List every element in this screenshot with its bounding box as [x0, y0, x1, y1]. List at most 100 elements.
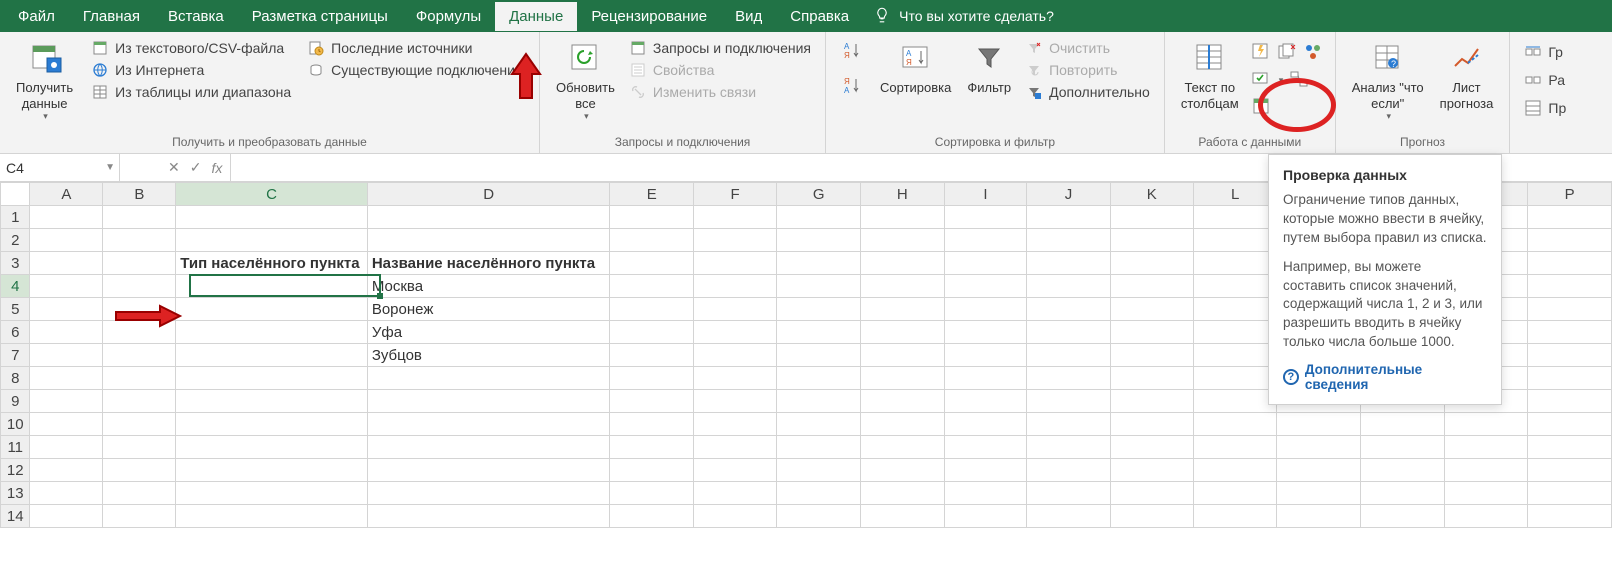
cell-F10[interactable]	[693, 413, 776, 436]
enter-formula-icon[interactable]: ✓	[190, 159, 202, 176]
recent-sources-button[interactable]: Последние источники	[305, 38, 524, 58]
cell-I12[interactable]	[944, 459, 1027, 482]
column-header-I[interactable]: I	[944, 183, 1027, 206]
cell-F12[interactable]	[693, 459, 776, 482]
cell-O14[interactable]	[1444, 505, 1528, 528]
cell-E12[interactable]	[610, 459, 693, 482]
cell-K13[interactable]	[1110, 482, 1193, 505]
cell-G14[interactable]	[777, 505, 861, 528]
cell-E2[interactable]	[610, 229, 693, 252]
cell-E7[interactable]	[610, 344, 693, 367]
cell-L6[interactable]	[1194, 321, 1277, 344]
cell-O12[interactable]	[1444, 459, 1528, 482]
cell-I13[interactable]	[944, 482, 1027, 505]
cell-I5[interactable]	[944, 298, 1027, 321]
cell-P4[interactable]	[1528, 275, 1612, 298]
cell-K5[interactable]	[1110, 298, 1193, 321]
cell-A2[interactable]	[30, 229, 103, 252]
name-box[interactable]: C4 ▼	[0, 154, 120, 181]
cell-D8[interactable]	[367, 367, 610, 390]
cell-C2[interactable]	[176, 229, 368, 252]
fx-icon[interactable]: fx	[211, 160, 222, 176]
cell-C5[interactable]	[176, 298, 368, 321]
cell-D1[interactable]	[367, 206, 610, 229]
cell-D7[interactable]: Зубцов	[367, 344, 610, 367]
cell-G3[interactable]	[777, 252, 861, 275]
cell-I8[interactable]	[944, 367, 1027, 390]
cell-F5[interactable]	[693, 298, 776, 321]
row-header-5[interactable]: 5	[1, 298, 30, 321]
column-header-F[interactable]: F	[693, 183, 776, 206]
cell-G6[interactable]	[777, 321, 861, 344]
column-header-P[interactable]: P	[1528, 183, 1612, 206]
cell-H12[interactable]	[861, 459, 945, 482]
cell-J14[interactable]	[1027, 505, 1110, 528]
tell-me-search[interactable]: Что вы хотите сделать?	[873, 6, 1054, 27]
cell-I2[interactable]	[944, 229, 1027, 252]
column-header-G[interactable]: G	[777, 183, 861, 206]
cell-H14[interactable]	[861, 505, 945, 528]
existing-connections-button[interactable]: Существующие подключения	[305, 60, 524, 80]
cell-C10[interactable]	[176, 413, 368, 436]
forecast-sheet-button[interactable]: Лист прогноза	[1432, 36, 1502, 113]
cell-P8[interactable]	[1528, 367, 1612, 390]
group-button[interactable]: Гр	[1522, 42, 1568, 62]
cell-D5[interactable]: Воронеж	[367, 298, 610, 321]
cell-C1[interactable]	[176, 206, 368, 229]
column-header-C[interactable]: C	[176, 183, 368, 206]
cell-P13[interactable]	[1528, 482, 1612, 505]
cell-N11[interactable]	[1361, 436, 1445, 459]
cell-G2[interactable]	[777, 229, 861, 252]
cell-D10[interactable]	[367, 413, 610, 436]
cell-D2[interactable]	[367, 229, 610, 252]
row-header-6[interactable]: 6	[1, 321, 30, 344]
cell-F14[interactable]	[693, 505, 776, 528]
cell-E5[interactable]	[610, 298, 693, 321]
cell-B1[interactable]	[103, 206, 176, 229]
cell-H1[interactable]	[861, 206, 945, 229]
cell-G11[interactable]	[777, 436, 861, 459]
menu-tab-рецензирование[interactable]: Рецензирование	[577, 2, 721, 31]
cell-B10[interactable]	[103, 413, 176, 436]
column-header-K[interactable]: K	[1110, 183, 1193, 206]
edit-links-button[interactable]: Изменить связи	[627, 82, 813, 102]
row-header-9[interactable]: 9	[1, 390, 30, 413]
manage-data-model-button[interactable]	[1251, 96, 1271, 119]
cell-F1[interactable]	[693, 206, 776, 229]
cell-B13[interactable]	[103, 482, 176, 505]
row-header-2[interactable]: 2	[1, 229, 30, 252]
cell-B9[interactable]	[103, 390, 176, 413]
cell-G8[interactable]	[777, 367, 861, 390]
cell-H11[interactable]	[861, 436, 945, 459]
cell-I9[interactable]	[944, 390, 1027, 413]
cell-J8[interactable]	[1027, 367, 1110, 390]
cell-M10[interactable]	[1277, 413, 1361, 436]
cell-D6[interactable]: Уфа	[367, 321, 610, 344]
cell-E8[interactable]	[610, 367, 693, 390]
cell-I1[interactable]	[944, 206, 1027, 229]
cell-J12[interactable]	[1027, 459, 1110, 482]
cell-K2[interactable]	[1110, 229, 1193, 252]
cell-P1[interactable]	[1528, 206, 1612, 229]
menu-tab-файл[interactable]: Файл	[4, 2, 69, 31]
cell-M14[interactable]	[1277, 505, 1361, 528]
cell-K4[interactable]	[1110, 275, 1193, 298]
cell-P14[interactable]	[1528, 505, 1612, 528]
cell-K8[interactable]	[1110, 367, 1193, 390]
cell-L2[interactable]	[1194, 229, 1277, 252]
from-web-button[interactable]: Из Интернета	[89, 60, 293, 80]
menu-tab-главная[interactable]: Главная	[69, 2, 154, 31]
cell-A9[interactable]	[30, 390, 103, 413]
cell-F3[interactable]	[693, 252, 776, 275]
column-header-L[interactable]: L	[1194, 183, 1277, 206]
cell-L13[interactable]	[1194, 482, 1277, 505]
cell-A12[interactable]	[30, 459, 103, 482]
cell-P2[interactable]	[1528, 229, 1612, 252]
relationships-button[interactable]	[1289, 69, 1309, 92]
cell-B2[interactable]	[103, 229, 176, 252]
cell-K14[interactable]	[1110, 505, 1193, 528]
cell-B4[interactable]	[103, 275, 176, 298]
from-table-button[interactable]: Из таблицы или диапазона	[89, 82, 293, 102]
cell-D11[interactable]	[367, 436, 610, 459]
cell-P9[interactable]	[1528, 390, 1612, 413]
